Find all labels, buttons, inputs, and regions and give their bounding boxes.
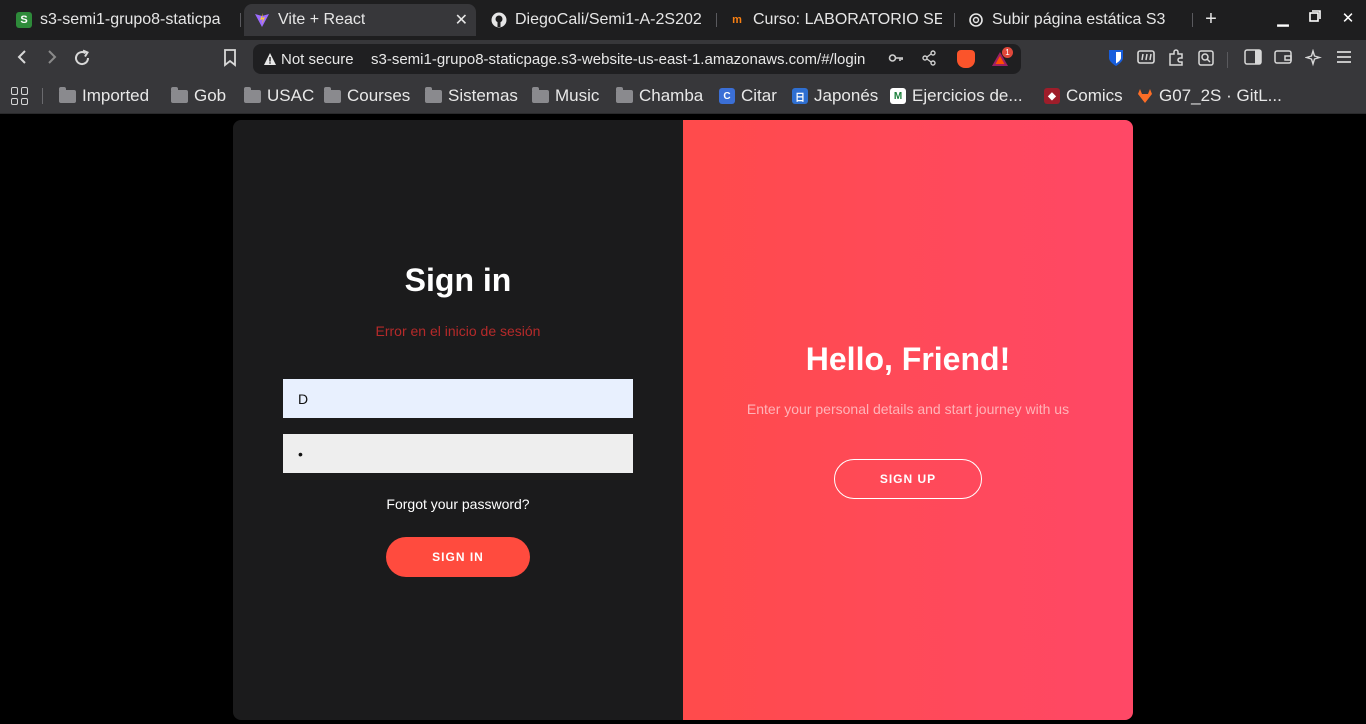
comics-icon: ◆ — [1044, 88, 1060, 104]
maximize-icon[interactable] — [1305, 9, 1325, 26]
folder-icon — [324, 86, 341, 103]
bookmark-chamba[interactable]: Chamba — [616, 85, 703, 107]
folder-icon — [244, 86, 261, 103]
overlay-subtitle: Enter your personal details and start jo… — [746, 401, 1070, 417]
key-icon[interactable] — [888, 50, 904, 70]
bookmark-ejercicios[interactable]: M Ejercicios de... — [890, 85, 1023, 107]
citar-icon: C — [719, 88, 735, 104]
password-input[interactable] — [283, 434, 633, 473]
puzzle-icon[interactable] — [1165, 49, 1187, 71]
openai-icon — [968, 12, 984, 28]
bookmark-label: G07_2S · GitL... — [1159, 86, 1282, 105]
bookmark-sistemas[interactable]: Sistemas — [425, 85, 518, 107]
bookmark-comics[interactable]: ◆ Comics — [1044, 85, 1123, 107]
github-icon — [491, 12, 507, 28]
overlay-panel: Hello, Friend! Enter your personal detai… — [683, 120, 1133, 720]
tab-github[interactable]: DiegoCali/Semi1-A-2S202 — [491, 4, 704, 36]
forward-icon[interactable] — [41, 49, 63, 69]
sidebar-icon[interactable] — [1242, 49, 1264, 69]
close-tab-icon[interactable]: ✕ — [455, 10, 468, 30]
brave-shields-icon[interactable] — [957, 50, 975, 68]
bookmark-label: Japonés — [814, 86, 879, 105]
bookmark-citar[interactable]: C Citar — [719, 85, 777, 107]
back-icon[interactable] — [11, 49, 33, 69]
menu-icon[interactable] — [1333, 49, 1355, 69]
bookmark-icon[interactable] — [219, 49, 241, 71]
tab-strip: S s3-semi1-grupo8-staticpa Vite + React … — [0, 0, 1366, 40]
bookmark-label: Citar — [741, 86, 777, 105]
security-status[interactable]: Not secure — [281, 51, 354, 68]
vite-icon — [254, 12, 270, 28]
apps-grid-icon[interactable] — [11, 87, 29, 105]
warning-icon[interactable] — [263, 52, 277, 66]
extension-icon[interactable] — [1135, 49, 1157, 69]
tab-title: s3-semi1-grupo8-staticpa — [40, 11, 221, 28]
bitwarden-icon[interactable] — [1105, 49, 1127, 71]
new-tab-icon[interactable]: + — [1201, 8, 1221, 32]
bookmark-label: Courses — [347, 86, 411, 105]
bookmark-music[interactable]: Music — [532, 85, 599, 107]
tab-title: DiegoCali/Semi1-A-2S202 — [515, 11, 702, 28]
tab-moodle[interactable]: m Curso: LABORATORIO SEI — [729, 4, 942, 36]
bookmark-usac[interactable]: USAC — [244, 85, 314, 107]
minimize-icon[interactable]: ▁ — [1273, 9, 1293, 27]
close-window-icon[interactable]: ✕ — [1338, 9, 1358, 27]
wallet-icon[interactable] — [1272, 49, 1294, 69]
moodle-icon: m — [732, 14, 742, 26]
rewards-badge: 1 — [1002, 47, 1013, 58]
username-input[interactable] — [283, 379, 633, 418]
tab-title: Subir página estática S3 — [992, 11, 1166, 28]
signin-panel: Sign in Error en el inicio de sesión For… — [233, 120, 683, 720]
japanese-icon: 日 — [792, 88, 808, 104]
auth-card: Sign in Error en el inicio de sesión For… — [233, 120, 1133, 720]
bookmark-label: Chamba — [639, 86, 704, 105]
bookmark-label: Music — [555, 86, 600, 105]
s3-bucket-icon: S — [16, 12, 32, 28]
tab-separator — [240, 13, 241, 27]
folder-icon — [616, 86, 633, 103]
bookmark-label: Sistemas — [448, 86, 518, 105]
folder-icon — [425, 86, 442, 103]
folder-icon — [171, 86, 188, 103]
tab-separator — [716, 13, 717, 27]
folder-icon — [59, 86, 76, 103]
tab-title: Curso: LABORATORIO SEI — [753, 11, 942, 28]
tab-openai[interactable]: Subir página estática S3 — [968, 4, 1181, 36]
gitlab-icon — [1137, 88, 1153, 104]
m-icon: M — [890, 88, 906, 104]
page-viewport: Sign in Error en el inicio de sesión For… — [0, 115, 1366, 724]
bookmark-gob[interactable]: Gob — [171, 85, 226, 107]
address-bar[interactable]: Not secure s3-semi1-grupo8-staticpage.s3… — [253, 44, 1021, 74]
toolbar-separator — [1227, 52, 1228, 68]
reload-icon[interactable] — [71, 49, 93, 71]
folder-icon — [532, 86, 549, 103]
tab-separator — [954, 13, 955, 27]
tab-title: Vite + React — [278, 11, 366, 28]
signin-button[interactable]: SIGN IN — [386, 537, 530, 577]
leo-ai-icon[interactable] — [1303, 48, 1325, 71]
browser-toolbar: Not secure s3-semi1-grupo8-staticpage.s3… — [0, 40, 1366, 78]
bookmark-gitlab[interactable]: G07_2S · GitL... — [1137, 85, 1282, 107]
bookmark-label: Imported — [82, 86, 150, 105]
overlay-title: Hello, Friend! — [805, 341, 1011, 377]
forgot-password-link[interactable]: Forgot your password? — [233, 496, 683, 512]
bookmark-label: Comics — [1066, 86, 1123, 105]
tab-vite-react[interactable]: Vite + React ✕ — [244, 4, 476, 36]
bookmark-label: USAC — [267, 86, 315, 105]
tab-s3-bucket[interactable]: S s3-semi1-grupo8-staticpa — [16, 4, 229, 36]
share-icon[interactable] — [921, 50, 937, 70]
bookmark-japones[interactable]: 日 Japonés — [792, 85, 878, 107]
url-text[interactable]: s3-semi1-grupo8-staticpage.s3-website-us… — [371, 51, 865, 68]
signin-title: Sign in — [404, 262, 512, 298]
error-message: Error en el inicio de sesión — [375, 323, 541, 339]
reader-icon[interactable] — [1195, 49, 1217, 71]
bookmark-imported[interactable]: Imported — [59, 85, 149, 107]
tab-separator — [1192, 13, 1193, 27]
bookmark-label: Ejercicios de... — [912, 86, 1023, 105]
bookmark-label: Gob — [194, 86, 227, 105]
bookmarks-separator — [42, 88, 43, 104]
signup-button[interactable]: SIGN UP — [834, 459, 982, 499]
bookmark-courses[interactable]: Courses — [324, 85, 410, 107]
